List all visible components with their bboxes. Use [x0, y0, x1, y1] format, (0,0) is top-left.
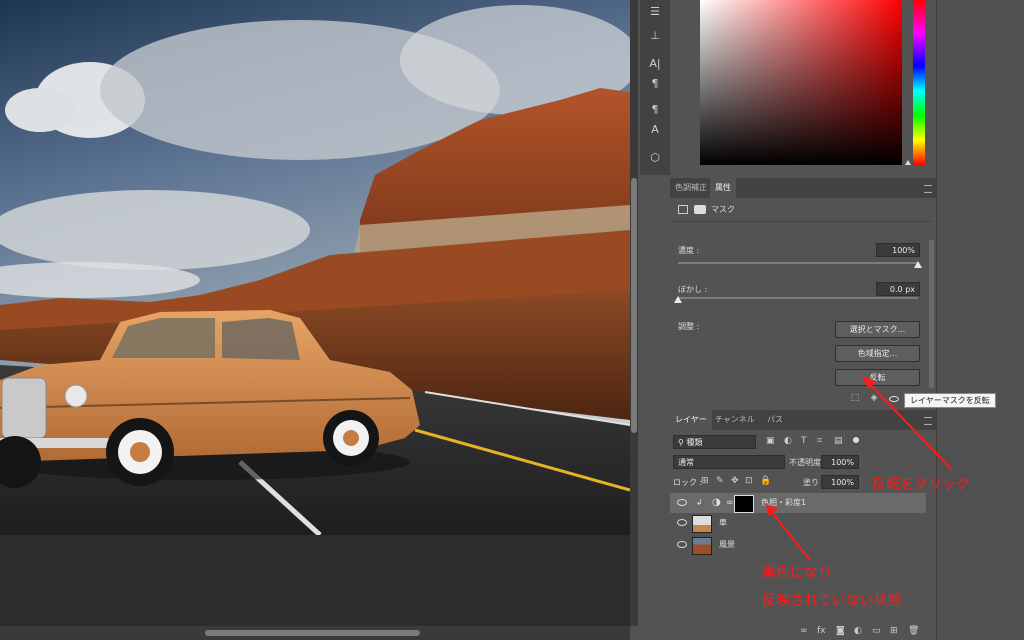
arrow-to-invert — [867, 381, 953, 471]
arrowhead-mask — [765, 504, 778, 516]
arrow-to-mask — [769, 509, 811, 561]
annotation-click-invert: 反転をクリック — [872, 477, 970, 493]
annotation-black-line2: 反映されていない状態 — [762, 593, 902, 609]
annotation-arrows — [765, 376, 953, 561]
annotation-black-line1: 黒色になり — [762, 565, 832, 581]
